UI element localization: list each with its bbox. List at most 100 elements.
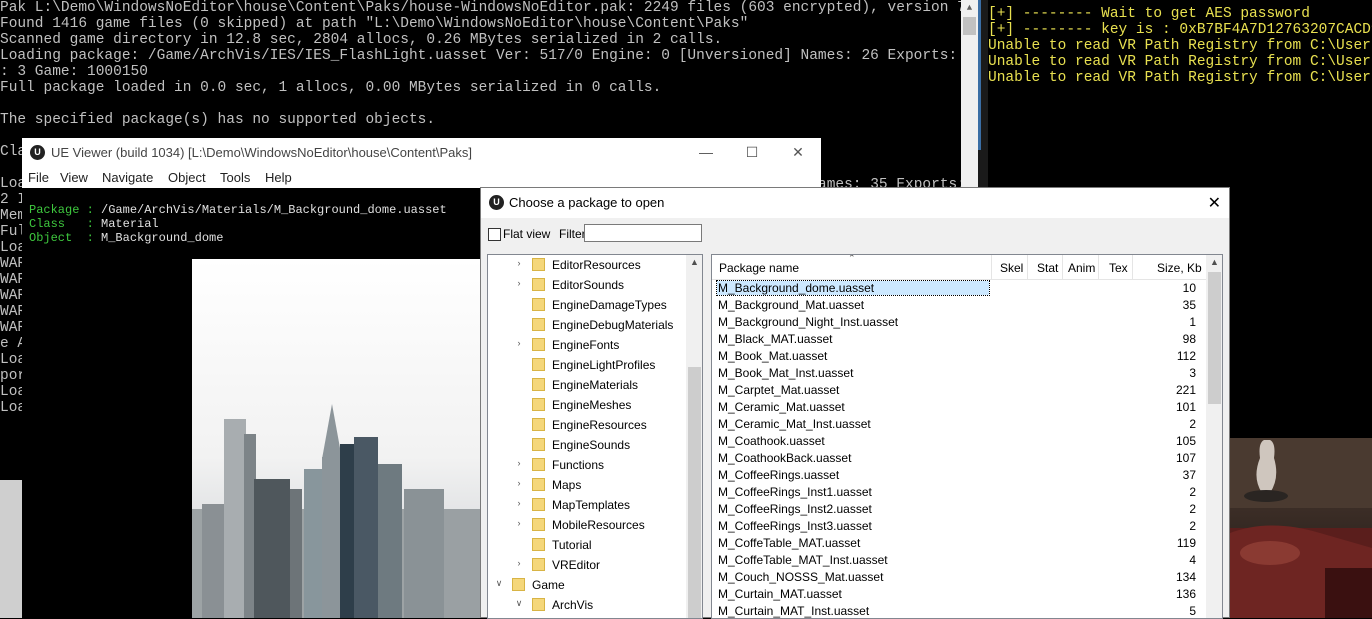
package-name-cell: M_Coathook.uasset xyxy=(718,434,825,448)
tree-item[interactable]: EngineDebugMaterials xyxy=(488,315,684,335)
size-cell: 2 xyxy=(1189,485,1196,499)
table-row[interactable]: M_Ceramic_Mat.uasset 101 xyxy=(712,399,1206,416)
dialog-titlebar[interactable]: U Choose a package to open ✕ xyxy=(481,188,1229,218)
scroll-up-icon[interactable]: ▲ xyxy=(961,0,978,17)
scroll-thumb[interactable] xyxy=(1208,272,1221,404)
tree-item[interactable]: › MapTemplates xyxy=(488,495,684,515)
chevron-right-icon[interactable]: › xyxy=(514,498,524,508)
column-package-name[interactable]: Package name xyxy=(719,261,799,275)
column-anim[interactable]: Anim xyxy=(1068,261,1095,275)
column-tex[interactable]: Tex xyxy=(1109,261,1128,275)
menu-tools[interactable]: Tools xyxy=(220,170,250,185)
tree-item-label: EngineMaterials xyxy=(552,378,639,392)
ue-viewer-menubar: File View Navigate Object Tools Help xyxy=(22,168,821,188)
package-name-cell: M_Ceramic_Mat.uasset xyxy=(718,400,845,414)
table-row[interactable]: M_Background_Night_Inst.uasset 1 xyxy=(712,314,1206,331)
tree-item[interactable]: EngineDamageTypes xyxy=(488,295,684,315)
table-row[interactable]: M_Background_dome.uasset 10 xyxy=(712,280,1206,297)
scroll-thumb[interactable] xyxy=(963,17,976,35)
minimize-button[interactable]: — xyxy=(691,142,721,162)
tree-item[interactable]: Tutorial xyxy=(488,535,684,555)
folder-icon xyxy=(532,418,545,431)
tree-item[interactable]: EngineMeshes xyxy=(488,395,684,415)
column-size[interactable]: Size, Kb xyxy=(1157,261,1202,275)
tree-item[interactable]: › Maps xyxy=(488,475,684,495)
table-row[interactable]: M_Black_MAT.uasset 98 xyxy=(712,331,1206,348)
maximize-button[interactable]: ☐ xyxy=(737,142,767,162)
chevron-down-icon[interactable]: ∨ xyxy=(494,578,504,589)
table-row[interactable]: M_CoffeeRings_Inst2.uasset 2 xyxy=(712,501,1206,518)
tree-item[interactable]: EngineResources xyxy=(488,415,684,435)
chevron-down-icon[interactable]: ∨ xyxy=(514,598,524,609)
tree-scrollbar[interactable]: ▲ xyxy=(686,255,702,618)
table-row[interactable]: M_CoathookBack.uasset 107 xyxy=(712,450,1206,467)
tree-item[interactable]: ∨ Game xyxy=(488,575,684,595)
size-cell: 101 xyxy=(1175,400,1196,414)
size-cell: 119 xyxy=(1176,536,1196,550)
tree-item[interactable]: ∨ ArchVis xyxy=(488,595,684,615)
chevron-right-icon[interactable]: › xyxy=(514,458,524,468)
table-row[interactable]: M_Book_Mat_Inst.uasset 3 xyxy=(712,365,1206,382)
flat-view-checkbox[interactable] xyxy=(488,228,501,241)
close-button[interactable]: ✕ xyxy=(783,142,813,162)
filter-input[interactable] xyxy=(584,224,702,242)
menu-file[interactable]: File xyxy=(28,170,49,185)
folder-tree[interactable]: › EditorResources › EditorSounds EngineDamag… xyxy=(487,254,703,619)
chevron-right-icon[interactable]: › xyxy=(514,478,524,488)
table-row[interactable]: M_CoffeTable_MAT.uasset 119 xyxy=(712,535,1206,552)
ue-viewer-titlebar[interactable]: U UE Viewer (build 1034) [L:\Demo\Window… xyxy=(22,138,821,168)
folder-icon xyxy=(532,338,545,351)
folder-icon xyxy=(532,478,545,491)
table-row[interactable]: M_Coathook.uasset 105 xyxy=(712,433,1206,450)
size-cell: 1 xyxy=(1189,315,1196,329)
tree-item-label: EditorResources xyxy=(552,258,641,272)
scroll-thumb[interactable] xyxy=(688,367,701,618)
package-list[interactable]: Package name ⌃ Skel Stat Anim Tex Size, … xyxy=(711,254,1223,619)
console-line: Unable to read VR Path Registry from C:\… xyxy=(988,70,1372,86)
tree-item-label: MobileResources xyxy=(552,518,645,532)
tree-item[interactable]: › VREditor xyxy=(488,555,684,575)
tree-item[interactable]: › EngineFonts xyxy=(488,335,684,355)
table-row[interactable]: M_Background_Mat.uasset 35 xyxy=(712,297,1206,314)
table-row[interactable]: M_Book_Mat.uasset 112 xyxy=(712,348,1206,365)
menu-help[interactable]: Help xyxy=(265,170,292,185)
column-skel[interactable]: Skel xyxy=(1000,261,1023,275)
table-row[interactable]: M_CoffeeRings_Inst3.uasset 2 xyxy=(712,518,1206,535)
chevron-right-icon[interactable]: › xyxy=(514,278,524,288)
menu-object[interactable]: Object xyxy=(168,170,206,185)
size-cell: 2 xyxy=(1189,502,1196,516)
tree-item[interactable]: EngineSounds xyxy=(488,435,684,455)
table-row[interactable]: M_CoffeeRings.uasset 37 xyxy=(712,467,1206,484)
table-row[interactable]: M_Couch_NOSSS_Mat.uasset 134 xyxy=(712,569,1206,586)
scroll-up-icon[interactable]: ▲ xyxy=(686,257,702,267)
table-row[interactable]: M_CoffeeRings_Inst1.uasset 2 xyxy=(712,484,1206,501)
list-scrollbar[interactable]: ▲ xyxy=(1206,255,1222,618)
menu-navigate[interactable]: Navigate xyxy=(102,170,153,185)
chevron-right-icon[interactable]: › xyxy=(514,518,524,528)
tree-item[interactable]: › EditorSounds xyxy=(488,275,684,295)
package-name-cell: M_CoffeTable_MAT_Inst.uasset xyxy=(718,553,888,567)
folder-icon xyxy=(532,298,545,311)
tree-item[interactable]: › EditorResources xyxy=(488,255,684,275)
unreal-logo-icon: U xyxy=(30,145,45,160)
menu-view[interactable]: View xyxy=(60,170,88,185)
table-row[interactable]: M_Carptet_Mat.uasset 221 xyxy=(712,382,1206,399)
flat-view-label[interactable]: Flat view xyxy=(503,227,550,241)
class-value: Material xyxy=(101,217,159,231)
chevron-right-icon[interactable]: › xyxy=(514,338,524,348)
chevron-right-icon[interactable]: › xyxy=(514,558,524,568)
table-row[interactable]: M_CoffeTable_MAT_Inst.uasset 4 xyxy=(712,552,1206,569)
chevron-right-icon[interactable]: › xyxy=(514,258,524,268)
tree-item[interactable]: EngineLightProfiles xyxy=(488,355,684,375)
scroll-up-icon[interactable]: ▲ xyxy=(1206,257,1222,267)
tree-item[interactable]: EngineMaterials xyxy=(488,375,684,395)
tree-item[interactable]: › MobileResources xyxy=(488,515,684,535)
folder-icon xyxy=(512,578,525,591)
table-row[interactable]: M_Curtain_MAT.uasset 136 xyxy=(712,586,1206,603)
size-cell: 37 xyxy=(1182,468,1196,482)
table-row[interactable]: M_Ceramic_Mat_Inst.uasset 2 xyxy=(712,416,1206,433)
table-row[interactable]: M_Curtain_MAT_Inst.uasset 5 xyxy=(712,603,1206,618)
close-icon[interactable]: ✕ xyxy=(1208,193,1221,213)
tree-item[interactable]: › Functions xyxy=(488,455,684,475)
column-stat[interactable]: Stat xyxy=(1037,261,1058,275)
